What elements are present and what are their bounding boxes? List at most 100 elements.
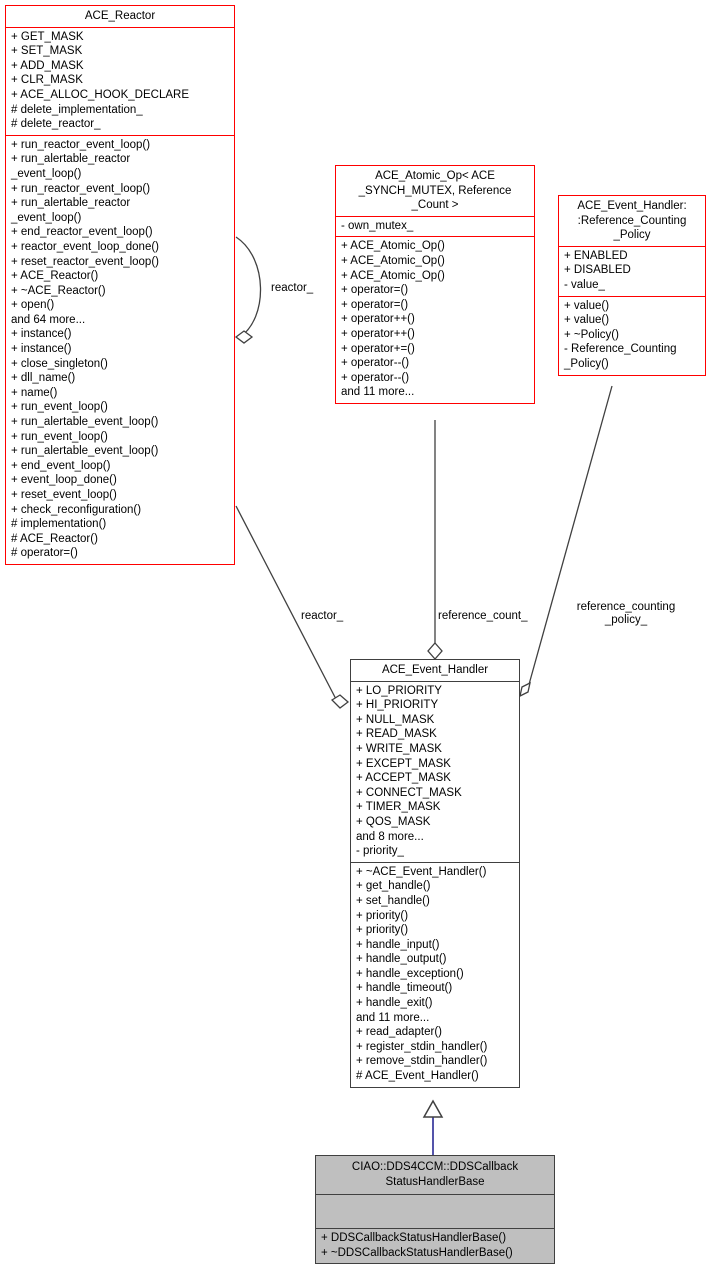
operation-row: + run_event_loop(): [11, 401, 108, 414]
operation-row: + reset_event_loop(): [11, 489, 117, 501]
edge-label-reactor-self: reactor_: [271, 282, 314, 294]
operation-row: + run_alertable_reactor: [11, 153, 131, 166]
attributes-ace-event-handler: + LO_PRIORITY + HI_PRIORITY + NULL_MASK …: [351, 682, 519, 862]
operation-row: + operator--(): [341, 371, 410, 384]
operation-row: + priority(): [356, 924, 409, 937]
operation-row: + operator--(): [341, 357, 410, 370]
attribute-row: - own_mutex_: [341, 219, 414, 232]
operation-row: _event_loop(): [11, 167, 82, 180]
aggregation-diamond-reference-count: [427, 642, 443, 660]
attribute-row: + WRITE_MASK: [356, 742, 442, 755]
edge-label-reference-counting-policy: reference_counting _policy_: [576, 601, 676, 627]
attribute-row: + CLR_MASK: [11, 74, 83, 87]
operation-row: + ~ACE_Event_Handler(): [356, 865, 487, 878]
attribute-row: + DISABLED: [564, 264, 631, 277]
operation-row: + operator=(): [341, 298, 409, 311]
attributes-reference-counting-policy: + ENABLED + DISABLED - value_: [559, 247, 705, 296]
attribute-row: + ADD_MASK: [11, 59, 84, 72]
class-box-ace-atomic-op[interactable]: ACE_Atomic_Op< ACE _SYNCH_MUTEX, Referen…: [335, 165, 535, 404]
operation-row: + priority(): [356, 909, 409, 922]
operation-row: + DDSCallbackStatusHandlerBase(): [321, 1232, 507, 1245]
operation-row: and 64 more...: [11, 313, 86, 326]
operations-reference-counting-policy: + value() + value() + ~Policy() - Refere…: [559, 297, 705, 375]
operation-row: + ACE_Atomic_Op(): [341, 254, 445, 267]
attribute-row: - value_: [564, 278, 605, 291]
class-title-reference-counting-policy: ACE_Event_Handler: :Reference_Counting _…: [577, 200, 687, 242]
uml-class-diagram: ACE_Reactor + GET_MASK + SET_MASK + ADD_…: [0, 0, 711, 1267]
operation-row: + end_reactor_event_loop(): [11, 226, 153, 239]
operation-row: and 11 more...: [341, 386, 415, 399]
operations-ace-reactor: + run_reactor_event_loop() + run_alertab…: [6, 136, 234, 564]
attribute-row: # delete_implementation_: [11, 103, 143, 116]
operation-row: + ACE_Reactor(): [11, 270, 99, 283]
operation-row: + operator++(): [341, 313, 415, 326]
operation-row: + operator=(): [341, 284, 409, 297]
operation-row: + run_reactor_event_loop(): [11, 138, 151, 151]
attribute-row: + ACCEPT_MASK: [356, 772, 451, 785]
attribute-row: + GET_MASK: [11, 30, 84, 43]
attribute-row: + TIMER_MASK: [356, 801, 441, 814]
operation-row: + run_alertable_event_loop(): [11, 416, 159, 429]
operation-row: + value(): [564, 314, 610, 327]
operation-row: + ~ACE_Reactor(): [11, 284, 106, 297]
inheritance-arrow-head: [422, 1099, 444, 1118]
attribute-row: and 8 more...: [356, 830, 424, 843]
operation-row: + end_event_loop(): [11, 459, 111, 472]
edge-policy-to-event-handler: [527, 385, 613, 689]
attribute-row: + ENABLED: [564, 249, 628, 262]
attribute-row: + SET_MASK: [11, 45, 83, 58]
attributes-ace-atomic-op: - own_mutex_: [336, 217, 534, 237]
operation-row: - Reference_Counting: [564, 343, 677, 356]
class-box-ace-reactor[interactable]: ACE_Reactor + GET_MASK + SET_MASK + ADD_…: [5, 5, 235, 565]
class-title-ace-event-handler: ACE_Event_Handler: [381, 664, 489, 676]
attributes-ace-reactor: + GET_MASK + SET_MASK + ADD_MASK + CLR_M…: [6, 28, 234, 135]
aggregation-diamond-reference-counting-policy: [519, 681, 531, 698]
operation-row: + name(): [11, 386, 58, 399]
class-box-reference-counting-policy[interactable]: ACE_Event_Handler: :Reference_Counting _…: [558, 195, 706, 376]
attribute-row: + QOS_MASK: [356, 815, 431, 828]
attribute-row: + NULL_MASK: [356, 713, 435, 726]
operation-row: + set_handle(): [356, 894, 430, 907]
operation-row: + handle_exception(): [356, 967, 464, 980]
aggregation-diamond-reactor: [330, 694, 350, 709]
operation-row: + ~DDSCallbackStatusHandlerBase(): [321, 1246, 513, 1259]
operation-row: + event_loop_done(): [11, 474, 117, 487]
operations-ace-atomic-op: + ACE_Atomic_Op() + ACE_Atomic_Op() + AC…: [336, 237, 534, 403]
attribute-row: + HI_PRIORITY: [356, 699, 439, 712]
operation-row: + reactor_event_loop_done(): [11, 240, 160, 253]
class-title-ace-reactor: ACE_Reactor: [84, 10, 156, 22]
operation-row: + read_adapter(): [356, 1026, 442, 1039]
attributes-dds-callback-status-handler-base: [316, 1195, 554, 1228]
operation-row: + open(): [11, 299, 55, 312]
edge-label-reactor: reactor_: [301, 610, 344, 622]
operation-row: + check_reconfiguration(): [11, 503, 142, 516]
operation-row: + handle_input(): [356, 938, 440, 951]
attribute-row: # delete_reactor_: [11, 118, 101, 131]
operation-row: + run_reactor_event_loop(): [11, 182, 151, 195]
attribute-row: + ACE_ALLOC_HOOK_DECLARE: [11, 88, 190, 101]
operation-row: + run_alertable_reactor: [11, 197, 131, 210]
operation-row: + ACE_Atomic_Op(): [341, 269, 445, 282]
operation-row: # ACE_Reactor(): [11, 532, 98, 545]
operation-row: + close_singleton(): [11, 357, 108, 370]
operation-row: + handle_timeout(): [356, 982, 453, 995]
operation-row: + value(): [564, 299, 610, 312]
edge-label-reference-count: reference_count_: [438, 610, 528, 622]
operation-row: + get_handle(): [356, 880, 431, 893]
class-title-ace-atomic-op: ACE_Atomic_Op< ACE _SYNCH_MUTEX, Referen…: [358, 170, 512, 212]
operations-ace-event-handler: + ~ACE_Event_Handler() + get_handle() + …: [351, 863, 519, 1087]
operation-row: # operator=(): [11, 547, 78, 560]
class-box-dds-callback-status-handler-base[interactable]: CIAO::DDS4CCM::DDSCallback StatusHandler…: [315, 1155, 555, 1265]
attribute-row: + READ_MASK: [356, 728, 437, 741]
class-box-ace-event-handler[interactable]: ACE_Event_Handler + LO_PRIORITY + HI_PRI…: [350, 659, 520, 1088]
attribute-row: - priority_: [356, 845, 404, 858]
operation-row: + handle_output(): [356, 953, 447, 966]
edge-reactor-self: [235, 236, 262, 338]
operation-row: + run_event_loop(): [11, 430, 108, 443]
operation-row: + operator+=(): [341, 342, 415, 355]
class-title-dds-callback-status-handler-base: CIAO::DDS4CCM::DDSCallback StatusHandler…: [351, 1161, 519, 1188]
operation-row: # ACE_Event_Handler(): [356, 1070, 479, 1083]
operation-row: + instance(): [11, 343, 72, 356]
operation-row: + reset_reactor_event_loop(): [11, 255, 159, 268]
operation-row: and 11 more...: [356, 1011, 430, 1024]
